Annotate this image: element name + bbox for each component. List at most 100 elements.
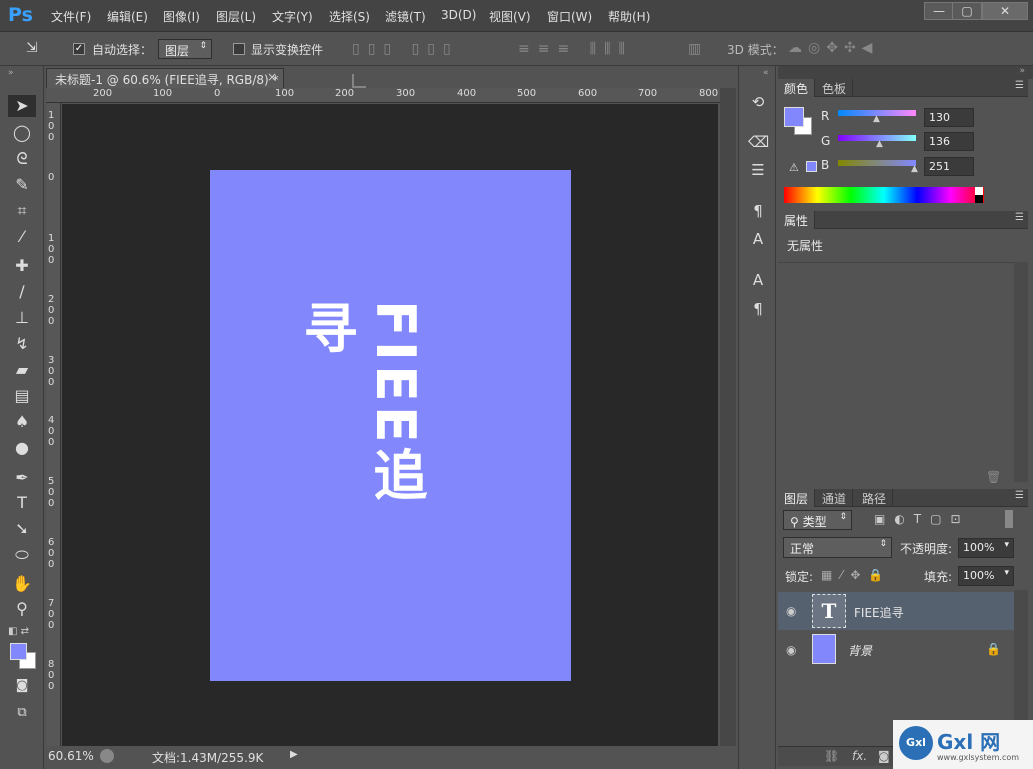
gradient-tool-icon[interactable]: ▤	[8, 385, 36, 407]
minimize-button[interactable]: —	[924, 2, 954, 20]
opacity-input[interactable]: 100% ▾	[958, 538, 1014, 558]
menu-filter[interactable]: 滤镜(T)	[385, 8, 426, 25]
tab-properties[interactable]: 属性	[778, 211, 816, 229]
properties-scrollbar[interactable]	[1014, 262, 1028, 482]
screen-mode-icon[interactable]: ⧉	[8, 702, 36, 724]
hand-tool-icon[interactable]: ✋	[8, 573, 36, 595]
foreground-color-swatch[interactable]	[10, 643, 27, 660]
menu-layer[interactable]: 图层(L)	[216, 8, 256, 25]
link-layers-icon[interactable]: ⛓	[824, 749, 839, 763]
paragraph-panel-icon[interactable]: ¶	[748, 299, 768, 319]
dodge-tool-icon[interactable]: ●	[8, 437, 36, 459]
menu-window[interactable]: 窗口(W)	[547, 8, 592, 25]
gamut-color-swatch[interactable]	[806, 161, 817, 172]
show-transform-checkbox[interactable]	[233, 43, 245, 55]
clone-source-icon[interactable]: ¶	[748, 201, 768, 221]
blend-mode-dropdown[interactable]: 正常 ⇕	[783, 537, 892, 558]
tab-color[interactable]: 颜色	[778, 79, 816, 97]
menu-view[interactable]: 视图(V)	[489, 8, 531, 25]
eye-icon[interactable]: ◉	[786, 604, 796, 618]
menu-select[interactable]: 选择(S)	[329, 8, 370, 25]
spectrum-black-swatch[interactable]	[975, 195, 983, 203]
ellipse-tool-icon[interactable]: ⬭	[8, 544, 36, 566]
b-slider-thumb-icon[interactable]: ▲	[911, 164, 918, 174]
vertical-scrollbar[interactable]	[720, 88, 736, 746]
fill-input[interactable]: 100% ▾	[958, 566, 1014, 586]
layers-menu-icon[interactable]: ☰	[1015, 490, 1024, 501]
add-mask-icon[interactable]: ◙	[878, 749, 890, 763]
properties-menu-icon[interactable]: ☰	[1015, 212, 1024, 223]
close-button[interactable]: ✕	[982, 2, 1028, 20]
document-tab[interactable]: 未标题-1 @ 60.6% (FIEE追寻, RGB/8) * ×	[46, 68, 284, 88]
type-tool-icon[interactable]: T	[8, 492, 36, 514]
character-panel-icon[interactable]: A	[748, 270, 768, 290]
auto-select-checkbox[interactable]: ✓	[73, 43, 85, 55]
filter-toggle[interactable]	[1005, 510, 1013, 528]
fx-button[interactable]: fx.	[852, 749, 867, 763]
zoom-level[interactable]: 60.61%	[48, 749, 94, 763]
brush-tool-icon[interactable]: ∕	[8, 281, 36, 303]
brush-presets-icon[interactable]: ☰	[748, 160, 768, 180]
g-value-input[interactable]: 136	[924, 132, 974, 151]
history-brush-tool-icon[interactable]: ↯	[8, 333, 36, 355]
trash-icon[interactable]: 🗑	[986, 470, 1001, 484]
close-tab-icon[interactable]: ×	[267, 70, 277, 84]
menu-help[interactable]: 帮助(H)	[608, 8, 650, 25]
eraser-tool-icon[interactable]: ▰	[8, 359, 36, 381]
blur-tool-icon[interactable]: ♠	[8, 411, 36, 433]
color-fg-swatch[interactable]	[784, 107, 804, 127]
dock-collapse-icon[interactable]: «	[763, 68, 769, 78]
b-slider[interactable]	[838, 160, 916, 166]
spectrum-white-swatch[interactable]	[975, 187, 983, 195]
status-arrow-icon[interactable]: ▶	[290, 749, 298, 760]
quick-mask-icon[interactable]: ◙	[8, 675, 36, 697]
layer-name[interactable]: 背景	[848, 642, 872, 659]
menu-type[interactable]: 文字(Y)	[272, 8, 313, 25]
r-value-input[interactable]: 130	[924, 108, 974, 127]
move-tool-preset-icon[interactable]: ⇲	[26, 40, 38, 56]
canvas-text-layer[interactable]: FIEE追寻	[294, 300, 430, 550]
panel-collapse-icon[interactable]: »	[1019, 66, 1025, 76]
eyedropper-tool-icon[interactable]: ⁄	[8, 226, 36, 248]
layer-row-background[interactable]: ◉ 背景 🔒	[778, 630, 1014, 668]
status-menu-icon[interactable]	[100, 749, 114, 763]
layer-filter-icons[interactable]: ▣◐T▢⊡	[874, 512, 970, 526]
layer-row-text[interactable]: ◉ T FIEE追寻	[778, 592, 1014, 630]
menu-file[interactable]: 文件(F)	[51, 8, 91, 25]
panel-menu-icon[interactable]: ☰	[1015, 80, 1024, 91]
layer-filter-dropdown[interactable]: ⚲ 类型 ⇕	[783, 510, 852, 530]
tab-channels[interactable]: 通道	[816, 489, 854, 507]
zoom-tool-icon[interactable]: ⚲	[8, 598, 36, 620]
tab-layers[interactable]: 图层	[778, 489, 816, 507]
pen-tool-icon[interactable]: ✒	[8, 467, 36, 489]
auto-select-dropdown[interactable]: 图层 ⇕	[158, 39, 212, 59]
clone-stamp-tool-icon[interactable]: ⊥	[8, 307, 36, 329]
color-spectrum[interactable]	[784, 187, 984, 203]
distribute-icons-group[interactable]: ≡≡≡ ⫼⫼⫼	[518, 41, 633, 57]
layer-name[interactable]: FIEE追寻	[854, 604, 904, 621]
quick-select-tool-icon[interactable]: ✎	[8, 174, 36, 196]
lock-icons[interactable]: ▦⁄✥🔒	[821, 568, 891, 582]
brush-panel-icon[interactable]: ⌫	[748, 132, 769, 152]
align-top-icon[interactable]	[352, 74, 366, 88]
move-tool-icon[interactable]: ➤	[8, 95, 36, 117]
tab-swatches[interactable]: 色板	[816, 79, 854, 97]
g-slider-thumb-icon[interactable]: ▲	[876, 139, 883, 149]
history-panel-icon[interactable]: ⟲	[748, 92, 768, 112]
lasso-tool-icon[interactable]: ᘓ	[8, 148, 36, 170]
r-slider-thumb-icon[interactable]: ▲	[873, 114, 880, 124]
crop-tool-icon[interactable]: ⌗	[8, 200, 36, 222]
gamut-warning-icon[interactable]: ⚠	[789, 161, 799, 174]
auto-align-icon[interactable]: ▥	[688, 41, 701, 57]
b-value-input[interactable]: 251	[924, 157, 974, 176]
collapse-icon[interactable]: »	[8, 68, 14, 78]
marquee-tool-icon[interactable]: ◯	[8, 122, 36, 144]
menu-edit[interactable]: 编辑(E)	[107, 8, 148, 25]
eye-icon[interactable]: ◉	[786, 643, 796, 657]
maximize-button[interactable]: ▢	[952, 2, 982, 20]
menu-3d[interactable]: 3D(D)	[441, 8, 476, 22]
3d-mode-icons[interactable]: ☁◎✥✣◀	[788, 40, 878, 56]
tool-presets-icon[interactable]: A	[748, 229, 768, 249]
tab-paths[interactable]: 路径	[856, 489, 894, 507]
align-icons-group[interactable]: ▯▯▯ ▯▯▯	[352, 41, 459, 57]
